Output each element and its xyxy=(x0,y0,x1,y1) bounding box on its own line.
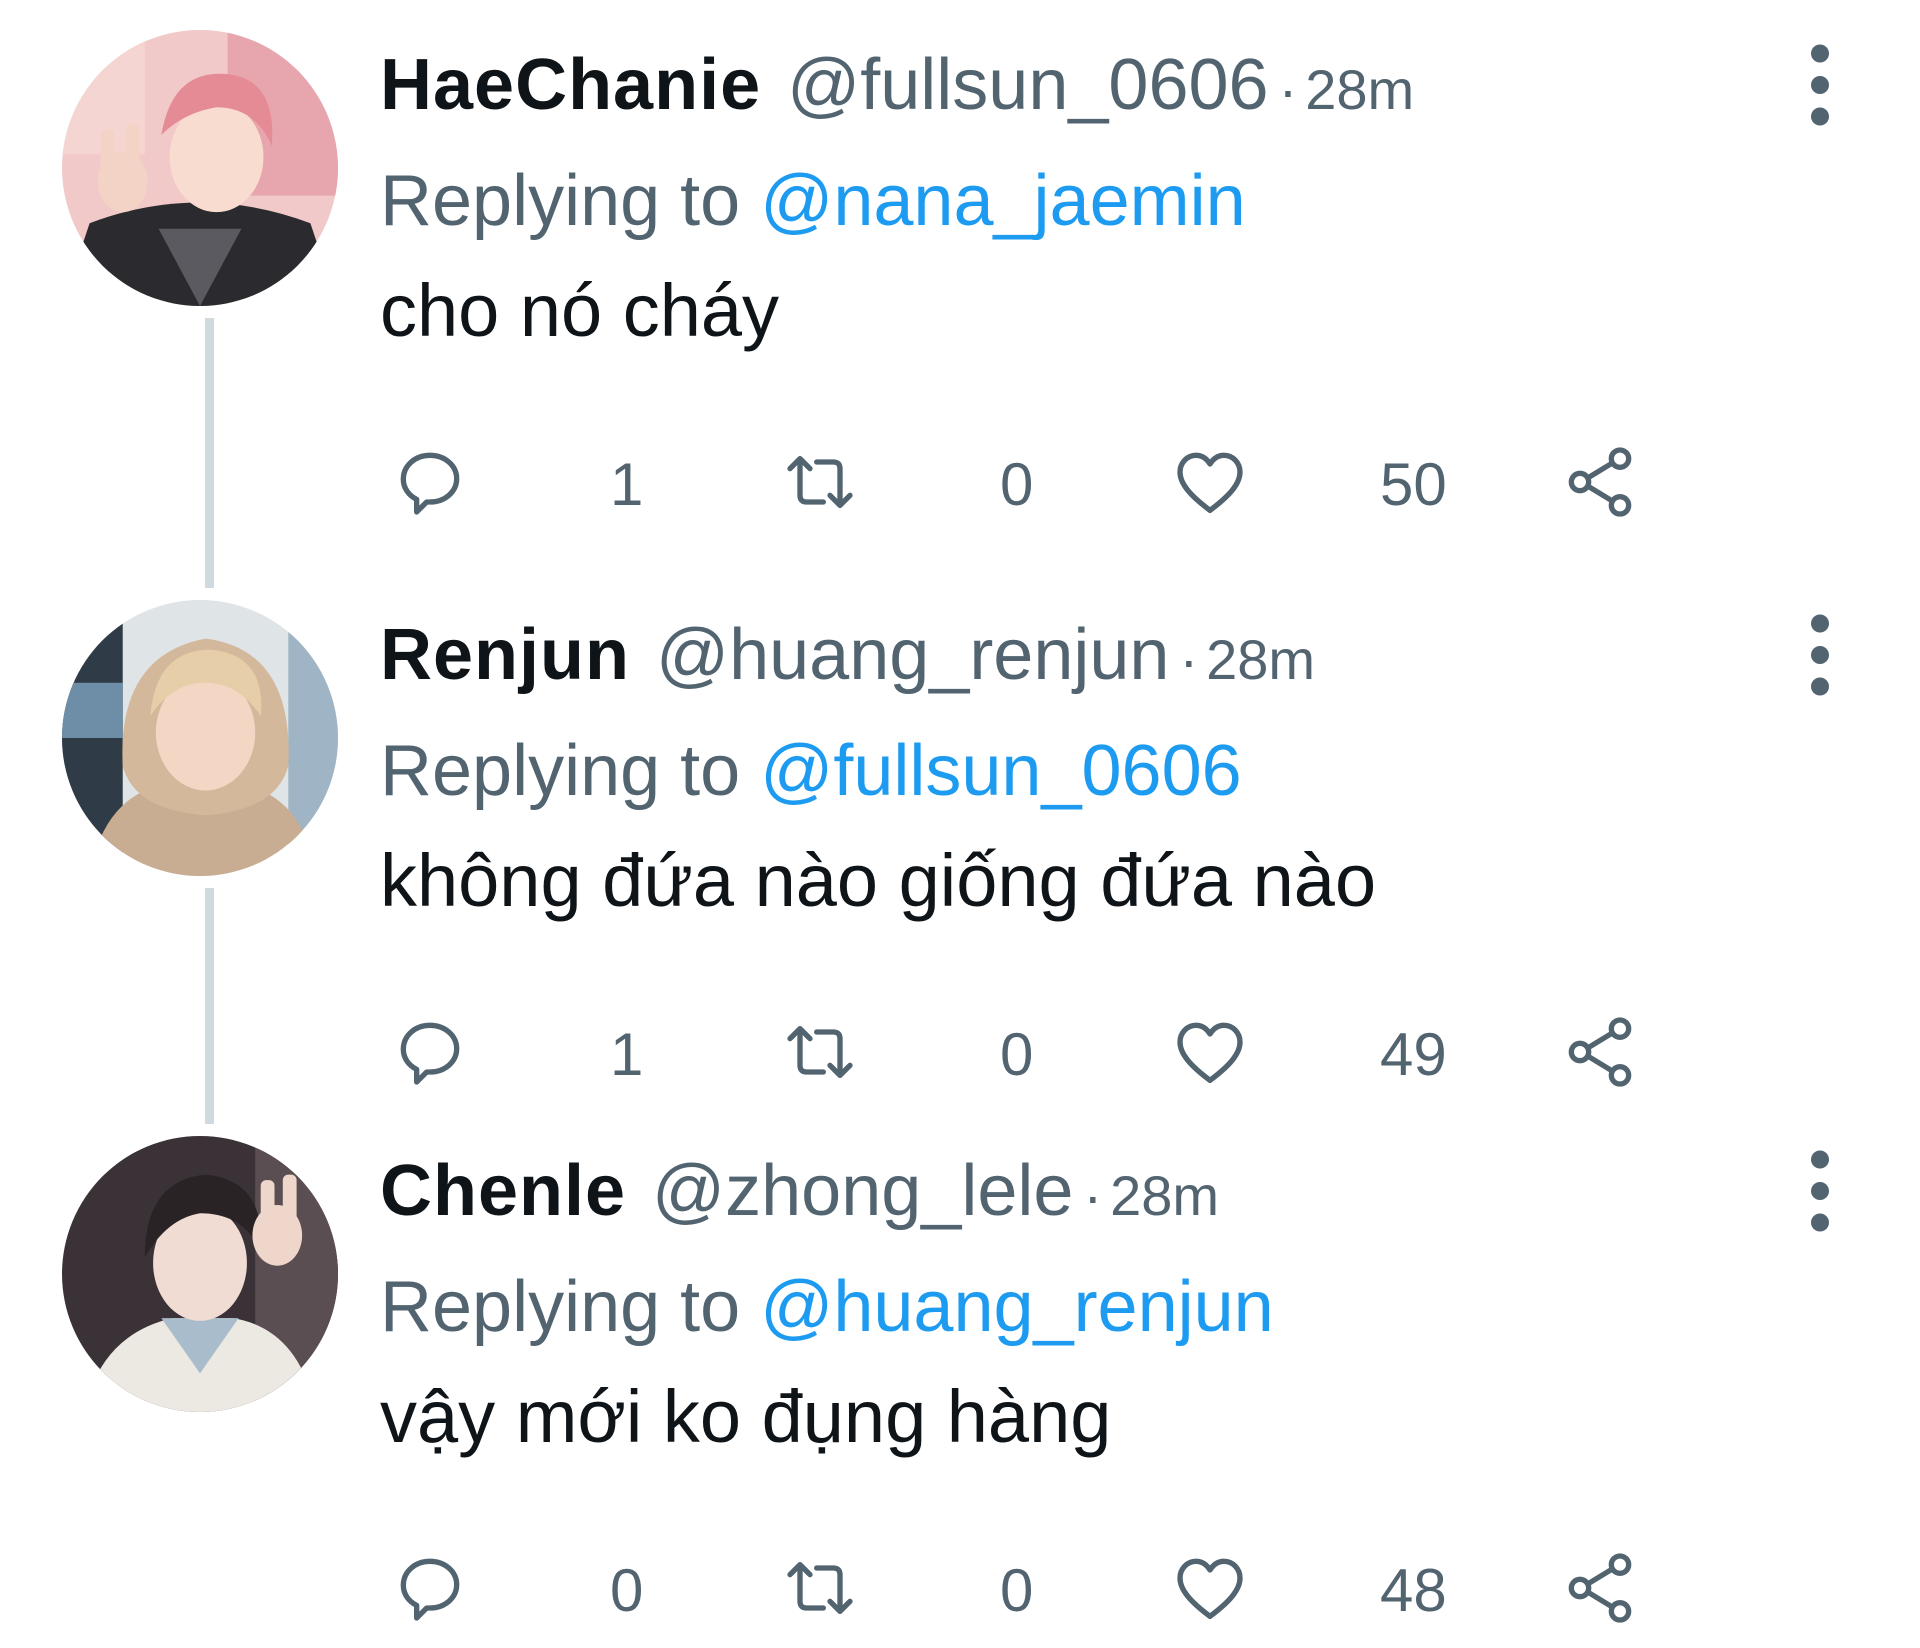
replying-to-mention[interactable]: @huang_renjun xyxy=(760,1267,1274,1347)
replying-to: Replying to @fullsun_0606 xyxy=(380,730,1242,812)
reply-count: 0 xyxy=(610,1557,644,1624)
share-button[interactable] xyxy=(1560,442,1640,522)
tweet-actions: 1 0 50 xyxy=(380,432,1680,532)
retweet-button[interactable] xyxy=(780,1548,860,1628)
reply-button[interactable] xyxy=(390,442,470,522)
avatar[interactable] xyxy=(62,600,338,876)
timestamp[interactable]: 28m xyxy=(1110,1163,1219,1228)
heart-icon xyxy=(1177,1022,1243,1083)
share-icon xyxy=(1568,447,1632,517)
separator-dot: · xyxy=(1083,1164,1103,1227)
tweet-text: không đứa nào giống đứa nào xyxy=(380,839,1377,922)
like-button[interactable] xyxy=(1170,1012,1250,1092)
avatar[interactable] xyxy=(62,1136,338,1412)
replying-to-label: Replying to xyxy=(380,1267,741,1347)
like-button[interactable] xyxy=(1170,1548,1250,1628)
display-name[interactable]: Chenle xyxy=(380,1150,626,1232)
more-button[interactable] xyxy=(1790,1146,1850,1236)
avatar-image xyxy=(62,30,338,306)
reply-button[interactable] xyxy=(390,1012,470,1092)
separator-dot: · xyxy=(1179,628,1199,691)
avatar-image xyxy=(62,1136,338,1412)
more-vertical-icon xyxy=(1811,614,1829,696)
timestamp[interactable]: 28m xyxy=(1206,627,1315,692)
retweet-count: 0 xyxy=(1000,1021,1034,1088)
heart-icon xyxy=(1177,452,1243,513)
tweet-header: Renjun @huang_renjun · 28m xyxy=(380,614,1315,704)
display-name[interactable]: Renjun xyxy=(380,614,630,696)
share-button[interactable] xyxy=(1560,1012,1640,1092)
more-vertical-icon xyxy=(1811,1150,1829,1232)
display-name[interactable]: HaeChanie xyxy=(380,44,761,126)
share-icon xyxy=(1568,1553,1632,1623)
reply-icon xyxy=(400,1558,460,1621)
tweet-actions: 0 0 48 xyxy=(380,1538,1680,1638)
retweet-icon xyxy=(787,1562,853,1614)
like-count: 48 xyxy=(1380,1557,1447,1624)
user-handle[interactable]: @fullsun_0606 xyxy=(787,44,1268,126)
retweet-icon xyxy=(787,456,853,508)
reply-icon xyxy=(400,1022,460,1085)
tweet-header: Chenle @zhong_lele · 28m xyxy=(380,1150,1219,1240)
user-handle[interactable]: @huang_renjun xyxy=(656,614,1170,696)
share-icon xyxy=(1568,1017,1632,1087)
more-button[interactable] xyxy=(1790,40,1850,130)
tweet-actions: 1 0 49 xyxy=(380,1002,1680,1102)
like-count: 49 xyxy=(1380,1021,1447,1088)
retweet-button[interactable] xyxy=(780,1012,860,1092)
retweet-count: 0 xyxy=(1000,1557,1034,1624)
avatar-image xyxy=(62,600,338,876)
tweet-header: HaeChanie @fullsun_0606 · 28m xyxy=(380,44,1414,134)
like-count: 50 xyxy=(1380,451,1447,518)
retweet-icon xyxy=(787,1026,853,1078)
retweet-count: 0 xyxy=(1000,451,1034,518)
tweet[interactable]: Renjun @huang_renjun · 28m Replying to @… xyxy=(0,570,1920,1100)
replying-to-label: Replying to xyxy=(380,161,741,241)
reply-button[interactable] xyxy=(390,1548,470,1628)
user-handle[interactable]: @zhong_lele xyxy=(652,1150,1073,1232)
reply-icon xyxy=(400,452,460,515)
heart-icon xyxy=(1177,1558,1243,1619)
like-button[interactable] xyxy=(1170,442,1250,522)
avatar[interactable] xyxy=(62,30,338,306)
share-button[interactable] xyxy=(1560,1548,1640,1628)
reply-count: 1 xyxy=(610,451,644,518)
tweet[interactable]: HaeChanie @fullsun_0606 · 28m Replying t… xyxy=(0,0,1920,530)
tweet-text: vậy mới ko đụng hàng xyxy=(380,1375,1112,1458)
replying-to-mention[interactable]: @fullsun_0606 xyxy=(760,731,1241,811)
tweet[interactable]: Chenle @zhong_lele · 28m Replying to @hu… xyxy=(0,1106,1920,1636)
separator-dot: · xyxy=(1278,58,1298,121)
retweet-button[interactable] xyxy=(780,442,860,522)
replying-to-mention[interactable]: @nana_jaemin xyxy=(760,161,1245,241)
replying-to-label: Replying to xyxy=(380,731,741,811)
more-button[interactable] xyxy=(1790,610,1850,700)
replying-to: Replying to @nana_jaemin xyxy=(380,160,1246,242)
tweet-text: cho nó cháy xyxy=(380,269,780,352)
timestamp[interactable]: 28m xyxy=(1305,57,1414,122)
reply-count: 1 xyxy=(610,1021,644,1088)
more-vertical-icon xyxy=(1811,44,1829,126)
replying-to: Replying to @huang_renjun xyxy=(380,1266,1274,1348)
